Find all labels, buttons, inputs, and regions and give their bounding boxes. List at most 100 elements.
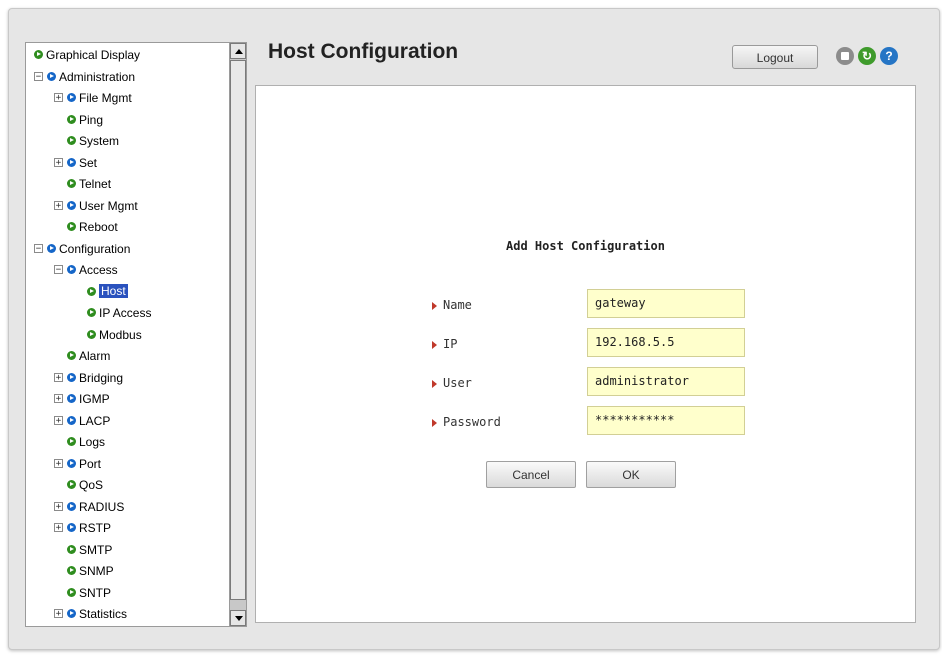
- tree-item-user-mgmt[interactable]: + User Mgmt: [54, 196, 138, 214]
- node-bullet-icon: [67, 179, 76, 189]
- node-bullet-icon: [87, 329, 96, 339]
- tree-item-logs[interactable]: Logs: [54, 432, 105, 450]
- tree-item-reboot[interactable]: Reboot: [54, 217, 118, 235]
- collapse-icon[interactable]: −: [54, 265, 63, 275]
- help-icon[interactable]: ?: [880, 47, 898, 65]
- node-bullet-icon: [67, 437, 76, 447]
- name-field[interactable]: gateway: [587, 289, 745, 318]
- node-bullet-icon: [67, 458, 76, 468]
- user-field[interactable]: administrator: [587, 367, 745, 396]
- tree-item-port[interactable]: + Port: [54, 454, 101, 472]
- cancel-button[interactable]: Cancel: [486, 461, 576, 488]
- tree-item-configuration[interactable]: − Configuration: [34, 239, 130, 257]
- expand-icon[interactable]: +: [54, 458, 63, 468]
- tree-item-host[interactable]: Host: [74, 282, 128, 300]
- tree-item-label: File Mgmt: [79, 90, 132, 105]
- tree-item-radius[interactable]: + RADIUS: [54, 497, 124, 515]
- tree-item-label: Graphical Display: [46, 47, 141, 62]
- node-bullet-icon: [67, 114, 76, 124]
- expand-icon[interactable]: +: [54, 93, 63, 103]
- tree-item-ip-access[interactable]: IP Access: [74, 303, 151, 321]
- node-bullet-icon: [67, 566, 76, 576]
- logout-button[interactable]: Logout: [732, 45, 818, 69]
- tree-item-access[interactable]: − Access: [54, 260, 118, 278]
- tree-item-ping[interactable]: Ping: [54, 110, 103, 128]
- tree-item-snmp[interactable]: SNMP: [54, 561, 114, 579]
- content-panel: Add Host Configuration Name gateway IP 1…: [255, 85, 916, 623]
- node-bullet-icon: [67, 222, 76, 232]
- tree-item-qos[interactable]: QoS: [54, 475, 103, 493]
- expand-icon[interactable]: +: [54, 415, 63, 425]
- node-bullet-icon: [67, 394, 76, 404]
- expand-icon[interactable]: +: [54, 372, 63, 382]
- scroll-down-button[interactable]: [230, 610, 246, 626]
- scroll-thumb[interactable]: [230, 60, 246, 600]
- tree-item-label: LACP: [79, 413, 111, 428]
- tree-item-graphical-display[interactable]: Graphical Display: [34, 45, 140, 63]
- node-bullet-icon: [87, 286, 96, 296]
- expand-icon[interactable]: +: [54, 609, 63, 619]
- tree-item-rstp[interactable]: + RSTP: [54, 518, 111, 536]
- tree-item-lacp[interactable]: + LACP: [54, 411, 110, 429]
- tree-item-label: RSTP: [79, 520, 112, 535]
- tree-item-label: Port: [79, 456, 102, 471]
- expand-icon[interactable]: +: [54, 501, 63, 511]
- node-bullet-icon: [67, 200, 76, 210]
- tree-item-administration[interactable]: − Administration: [34, 67, 135, 85]
- tree-item-smtp[interactable]: SMTP: [54, 540, 112, 558]
- expand-icon[interactable]: +: [54, 523, 63, 533]
- node-bullet-icon: [67, 351, 76, 361]
- name-label: Name: [432, 298, 472, 312]
- expand-icon[interactable]: +: [54, 200, 63, 210]
- tree-scrollbar[interactable]: [229, 43, 246, 626]
- save-icon[interactable]: [836, 47, 854, 65]
- tree-item-label: System: [79, 133, 120, 148]
- refresh-icon[interactable]: ↻: [858, 47, 876, 65]
- expand-icon[interactable]: +: [54, 394, 63, 404]
- tree-item-file-mgmt[interactable]: + File Mgmt: [54, 88, 132, 106]
- tree-item-label: Modbus: [99, 327, 142, 342]
- node-bullet-icon: [67, 544, 76, 554]
- node-bullet-icon: [67, 415, 76, 425]
- scroll-up-button[interactable]: [230, 43, 246, 59]
- tree-item-label: Access: [79, 262, 118, 277]
- node-bullet-icon: [67, 523, 76, 533]
- node-bullet-icon: [34, 50, 43, 60]
- tree-item-sntp[interactable]: SNTP: [54, 583, 111, 601]
- user-row: User administrator: [256, 367, 915, 397]
- tree-item-igmp[interactable]: + IGMP: [54, 389, 110, 407]
- password-label: Password: [432, 415, 501, 429]
- node-bullet-icon: [67, 480, 76, 490]
- tree-item-label: Alarm: [79, 348, 111, 363]
- navigation-tree: Graphical Display − Administration + File Mg…: [25, 42, 247, 627]
- ip-label: IP: [432, 337, 457, 351]
- node-bullet-icon: [67, 265, 76, 275]
- tree-item-alarm[interactable]: Alarm: [54, 346, 110, 364]
- ip-field[interactable]: 192.168.5.5: [587, 328, 745, 357]
- user-label: User: [432, 376, 472, 390]
- node-bullet-icon: [67, 609, 76, 619]
- collapse-icon[interactable]: −: [34, 71, 43, 81]
- tree-item-modbus[interactable]: Modbus: [74, 325, 142, 343]
- tree-item-label: Administration: [59, 69, 136, 84]
- collapse-icon[interactable]: −: [34, 243, 43, 253]
- node-bullet-icon: [47, 71, 56, 81]
- tree-item-label: Telnet: [79, 176, 112, 191]
- tree-item-bridging[interactable]: + Bridging: [54, 368, 123, 386]
- tree-item-label: IGMP: [79, 391, 110, 406]
- tree-item-statistics[interactable]: + Statistics: [54, 604, 127, 622]
- tree-item-system[interactable]: System: [54, 131, 119, 149]
- tree-item-label: Configuration: [59, 241, 131, 256]
- ok-button[interactable]: OK: [586, 461, 676, 488]
- tree-item-label: Bridging: [79, 370, 124, 385]
- tree-item-label: SNMP: [79, 563, 114, 578]
- tree-item-label: Statistics: [79, 606, 128, 621]
- tree-item-label: User Mgmt: [79, 198, 138, 213]
- password-field[interactable]: ***********: [587, 406, 745, 435]
- tree-item-set[interactable]: + Set: [54, 153, 97, 171]
- node-bullet-icon: [67, 93, 76, 103]
- node-bullet-icon: [47, 243, 56, 253]
- tree-item-label: Set: [79, 155, 98, 170]
- tree-item-telnet[interactable]: Telnet: [54, 174, 111, 192]
- expand-icon[interactable]: +: [54, 157, 63, 167]
